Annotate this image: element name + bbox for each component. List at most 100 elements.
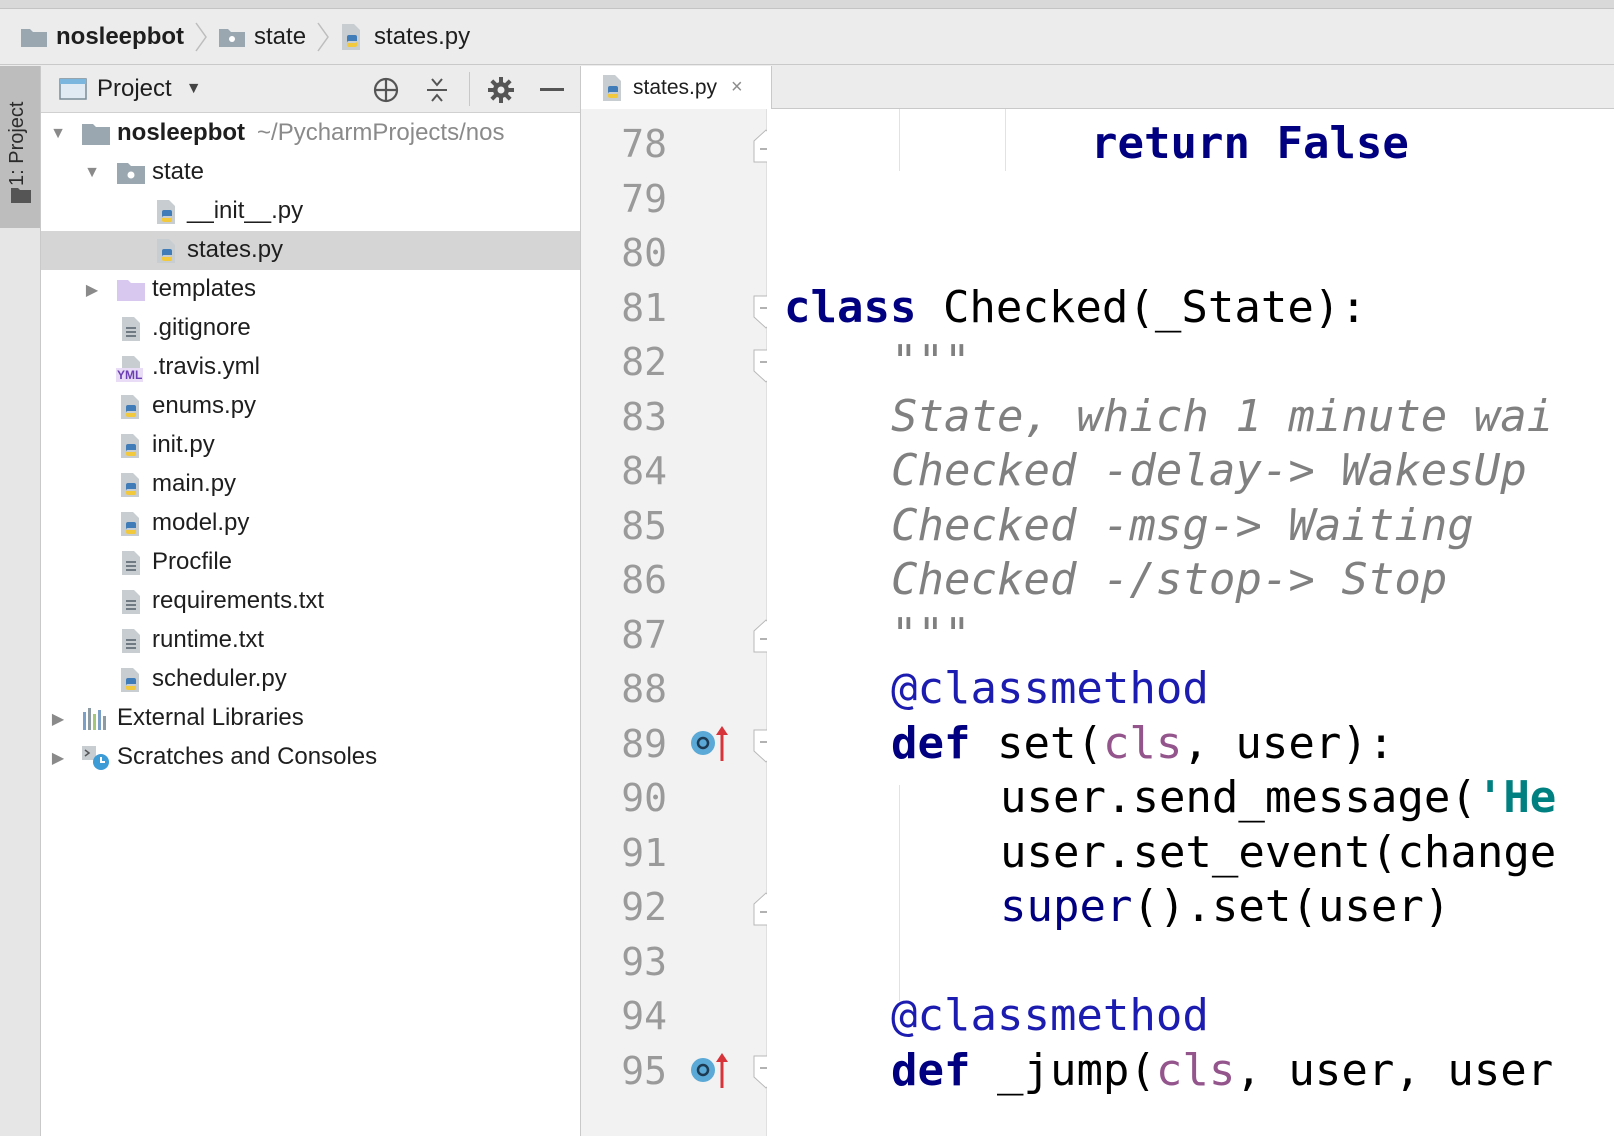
overrides-method-icon[interactable] [689,723,733,763]
code-line-87: """ [891,608,971,660]
toolbar-divider [469,72,470,106]
tree-item-init2-py[interactable]: init.py [41,426,580,465]
package-folder-icon [117,163,145,184]
code-line-84: Checked -delay-> WakesUp [891,445,1527,496]
line-number: 83 [621,394,667,439]
tree-item-label: requirements.txt [152,587,325,614]
line-number: 94 [621,994,667,1038]
breadcrumb-label: state [254,22,307,50]
tree-item-procfile[interactable]: Procfile [41,543,580,582]
python-file-icon [121,434,139,458]
indent-guide [899,785,900,1001]
python-file-icon [121,395,139,419]
hide-icon[interactable] [536,74,568,106]
code-line-83: State, which 1 minute wai [891,390,1554,442]
tree-item-label: main.py [152,470,237,497]
tree-item-scratches-consoles[interactable]: ▶ Scratches and Consoles [41,738,580,777]
expand-arrow-icon[interactable]: ▼ [83,164,101,182]
project-panel-header: Project ▼ [41,66,580,113]
close-icon[interactable]: × [731,76,743,99]
package-folder-icon [219,28,246,47]
tree-item-init-py[interactable]: __init__.py [41,192,580,231]
line-number: 84 [621,449,667,493]
expand-arrow-icon[interactable]: ▶ [49,749,67,767]
overrides-method-icon[interactable] [689,1050,733,1090]
project-tree: ▼ nosleepbot ~/PycharmProjects/nos ▼ stat… [41,114,580,777]
python-file-icon [157,200,175,224]
project-panel: Project ▼ ▼ nosleepbot ~/PycharmProjects/… [41,66,581,1136]
breadcrumb-item-state[interactable]: state [218,9,306,65]
tree-item-label: runtime.txt [152,626,265,653]
breadcrumb-separator-icon [195,22,207,51]
editor-tab-bar: states.py × [581,66,1614,109]
tree-item-scheduler-py[interactable]: scheduler.py [41,660,580,699]
line-number: 92 [621,885,667,929]
indent-guide [899,109,900,171]
tree-item-label: __init__.py [187,197,304,224]
line-number: 80 [621,231,667,275]
tool-window-stripe: 1: Project [0,66,41,1136]
tree-item-enums-py[interactable]: enums.py [41,387,580,426]
tree-item-runtime-txt[interactable]: runtime.txt [41,621,580,660]
code-line-88: @classmethod [891,663,1209,714]
line-number: 91 [621,830,667,875]
expand-arrow-icon[interactable]: ▼ [49,125,67,143]
code-line-95: def _jump(cls, user, user [891,1044,1554,1096]
line-number: 95 [621,1048,667,1093]
line-number: 82 [621,340,667,384]
tab-label: states.py [633,75,718,99]
expand-arrow-icon[interactable]: ▶ [83,281,101,299]
line-number: 78 [621,122,667,166]
breadcrumb-item-states-py[interactable]: states.py [340,9,470,65]
tree-item-gitignore[interactable]: .gitignore [41,309,580,348]
yaml-badge: YML [116,368,144,382]
expand-arrow-icon[interactable]: ▶ [49,710,67,728]
gear-icon[interactable] [485,74,517,106]
indent-guide [1005,109,1006,171]
editor-area: states.py × 78 79 80 81 82 83 84 85 86 8… [581,66,1614,1136]
tree-item-model-py[interactable]: model.py [41,504,580,543]
project-view-label: Project [97,75,172,102]
project-path: ~/PycharmProjects/nos [257,119,505,146]
code-area[interactable]: return False class Checked(_State): """ … [767,109,1614,1136]
python-file-icon [121,473,139,497]
python-file-icon [121,668,139,692]
tree-item-states-py[interactable]: states.py [41,231,580,270]
tree-item-requirements-txt[interactable]: requirements.txt [41,582,580,621]
breadcrumb-item-project[interactable]: nosleepbot [20,9,184,65]
tree-item-label: Procfile [152,548,233,575]
code-line-91: user.set_event(change [1000,826,1557,878]
line-number: 81 [621,285,667,330]
editor-gutter: 78 79 80 81 82 83 84 85 86 87 88 89 90 9… [581,109,779,1136]
line-number: 87 [621,612,667,657]
tree-item-label: templates [152,275,257,302]
tree-item-state[interactable]: ▼ state [41,153,580,192]
python-file-icon [157,239,175,263]
tab-states-py[interactable]: states.py × [581,66,772,109]
tree-item-templates[interactable]: ▶ templates [41,270,580,309]
scratches-icon [82,746,109,770]
collapse-all-icon[interactable] [421,74,453,106]
tree-item-external-libraries[interactable]: ▶ External Libraries [41,699,580,738]
tree-item-travis-yml[interactable]: YML .travis.yml [41,348,580,387]
project-view-selector[interactable]: Project ▼ [59,75,202,103]
locate-icon[interactable] [370,74,402,106]
line-number: 93 [621,939,667,984]
libraries-icon [83,708,106,730]
tree-item-root[interactable]: ▼ nosleepbot ~/PycharmProjects/nos [41,114,580,153]
line-number: 90 [621,776,667,820]
chevron-down-icon: ▼ [185,80,202,97]
breadcrumb-label: nosleepbot [56,22,185,50]
tree-item-main-py[interactable]: main.py [41,465,580,504]
project-tool-button[interactable]: 1: Project [0,66,40,228]
code-line-81: class Checked(_State): [784,281,1367,333]
line-number: 88 [621,667,667,711]
code-line-92: super().set(user) [1000,881,1451,932]
tree-item-label: model.py [152,509,250,536]
text-file-icon [122,551,140,575]
code-line-82: """ [891,336,971,387]
tree-item-label: state [152,158,205,185]
code-line-90: user.send_message('He [1000,772,1557,823]
line-number: 85 [621,503,667,548]
tree-item-label: nosleepbot ~/PycharmProjects/nos [117,119,505,146]
